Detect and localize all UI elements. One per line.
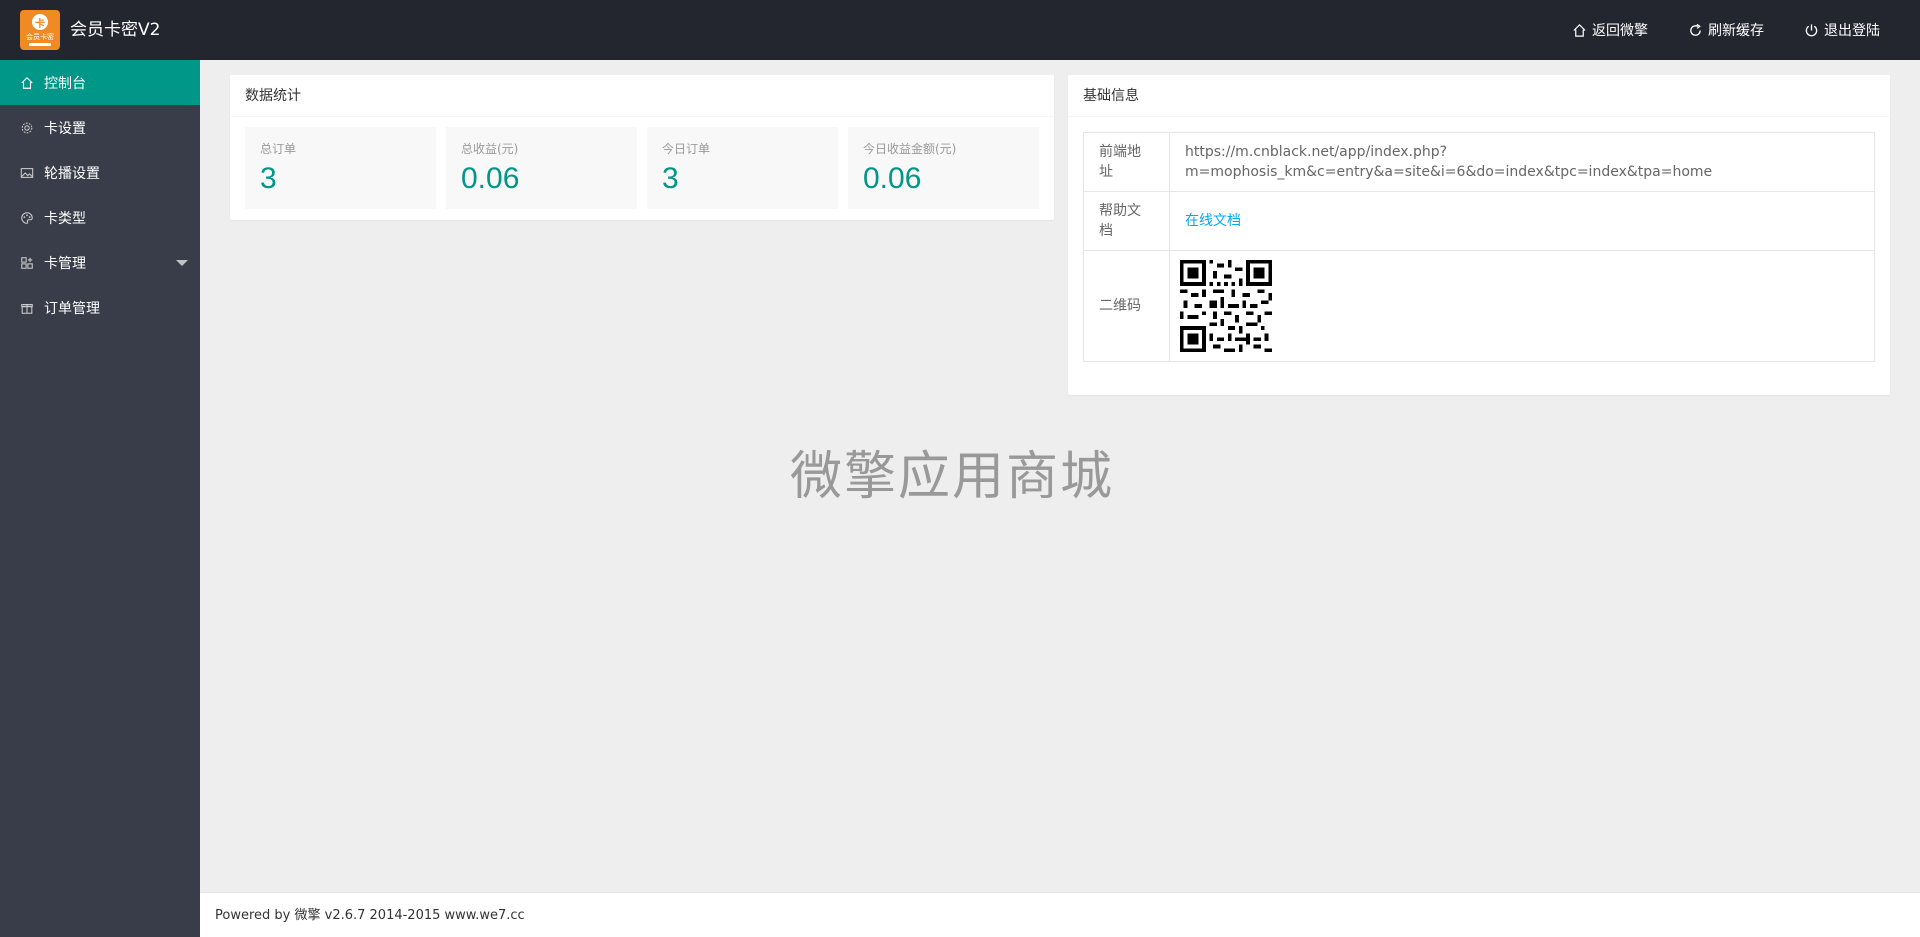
frontend-url-key: 前端地址 xyxy=(1083,132,1170,192)
power-icon xyxy=(1805,23,1818,36)
online-docs-link[interactable]: 在线文档 xyxy=(1185,213,1241,229)
stat-today-revenue: 今日收益金额(元) 0.06 xyxy=(848,127,1039,209)
logo-bar xyxy=(29,43,51,46)
stats-grid: 总订单 3 总收益(元) 0.06 今日订单 3 今日收益金额(元) 0.06 xyxy=(230,117,1054,219)
sidebar-item-card-types[interactable]: 卡类型 xyxy=(0,195,200,240)
footer-brand: 微擎 xyxy=(294,908,321,923)
sidebar-item-order-management[interactable]: 订单管理 xyxy=(0,285,200,330)
stats-card-title: 数据统计 xyxy=(230,75,1054,117)
sidebar-item-label: 卡管理 xyxy=(44,255,86,272)
stat-value: 0.06 xyxy=(863,162,922,195)
home-icon xyxy=(1573,23,1586,37)
sidebar-item-dashboard[interactable]: 控制台 xyxy=(0,60,200,105)
stat-total-revenue: 总收益(元) 0.06 xyxy=(446,127,637,209)
logout-button[interactable]: 退出登陆 xyxy=(1804,20,1880,40)
top-actions: 返回微擎 刷新缓存 退出登陆 xyxy=(1572,0,1880,60)
refresh-cache-label: 刷新缓存 xyxy=(1708,23,1764,39)
app-logo: 卡 会员卡密 xyxy=(20,10,60,50)
sidebar-item-label: 订单管理 xyxy=(44,300,100,317)
logo-text: 会员卡密 xyxy=(26,33,54,41)
footer-link[interactable]: www.we7.cc xyxy=(445,908,525,923)
table-row: 前端地址 https://m.cnblack.net/app/index.php… xyxy=(1083,132,1875,192)
refresh-cache-button[interactable]: 刷新缓存 xyxy=(1688,20,1764,40)
logo-glyph: 卡 xyxy=(32,14,48,30)
stat-value: 3 xyxy=(662,162,679,195)
sidebar-item-carousel-settings[interactable]: 轮播设置 xyxy=(0,150,200,195)
stat-total-orders: 总订单 3 xyxy=(245,127,436,209)
footer-prefix: Powered by xyxy=(215,908,295,923)
sidebar-item-card-settings[interactable]: 卡设置 xyxy=(0,105,200,150)
gift-icon xyxy=(21,303,33,314)
sidebar-item-label: 卡设置 xyxy=(44,120,86,137)
stat-label: 今日订单 xyxy=(662,142,711,156)
sidebar-item-label: 轮播设置 xyxy=(44,165,100,182)
sidebar-item-label: 卡类型 xyxy=(44,210,86,227)
palette-icon xyxy=(21,211,33,224)
logout-label: 退出登陆 xyxy=(1824,23,1880,39)
frontend-url-value[interactable]: https://m.cnblack.net/app/index.php?m=mo… xyxy=(1169,132,1875,192)
watermark-text: 微擎应用商城 xyxy=(790,447,1115,507)
help-doc-key: 帮助文档 xyxy=(1083,191,1170,251)
chevron-down-icon[interactable] xyxy=(176,260,188,266)
home-icon xyxy=(21,76,33,89)
basic-info-card: 基础信息 前端地址 https://m.cnblack.net/app/inde… xyxy=(1068,75,1890,395)
qr-code-image xyxy=(1180,260,1272,352)
back-to-we7-label: 返回微擎 xyxy=(1592,23,1648,39)
app-title: 会员卡密V2 xyxy=(70,20,161,40)
stat-label: 今日收益金额(元) xyxy=(863,142,957,156)
image-icon xyxy=(20,167,34,178)
stat-label: 总收益(元) xyxy=(461,142,519,156)
stat-value: 0.06 xyxy=(461,162,520,195)
stat-label: 总订单 xyxy=(260,142,297,156)
footer-version: v2.6.7 2014-2015 xyxy=(320,908,445,923)
sidebar-item-card-management[interactable]: 卡管理 xyxy=(0,240,200,285)
back-to-we7-button[interactable]: 返回微擎 xyxy=(1572,20,1648,40)
table-row: 二维码 xyxy=(1083,250,1875,362)
table-row: 帮助文档 在线文档 xyxy=(1083,191,1875,251)
basic-info-title: 基础信息 xyxy=(1068,75,1890,117)
refresh-icon xyxy=(1690,23,1701,36)
qrcode-key: 二维码 xyxy=(1083,250,1170,362)
stats-card: 数据统计 总订单 3 总收益(元) 0.06 今日订单 3 今日收益金额(元) … xyxy=(230,75,1054,220)
qrcode-cell xyxy=(1169,250,1875,362)
basic-info-table: 前端地址 https://m.cnblack.net/app/index.php… xyxy=(1083,132,1875,362)
sidebar: 控制台 卡设置 轮播设置 卡类型 卡管理 订单管理 xyxy=(0,60,200,937)
stat-today-orders: 今日订单 3 xyxy=(647,127,838,209)
apps-icon xyxy=(21,256,33,269)
footer: Powered by 微擎 v2.6.7 2014-2015 www.we7.c… xyxy=(200,892,1920,937)
top-bar: 卡 会员卡密 会员卡密V2 返回微擎 刷新缓存 退出登陆 xyxy=(0,0,1920,60)
sidebar-item-label: 控制台 xyxy=(44,75,86,92)
main-content: 数据统计 总订单 3 总收益(元) 0.06 今日订单 3 今日收益金额(元) … xyxy=(200,60,1920,892)
help-doc-cell: 在线文档 xyxy=(1169,191,1875,251)
stat-value: 3 xyxy=(260,162,277,195)
gear-icon xyxy=(21,122,33,133)
